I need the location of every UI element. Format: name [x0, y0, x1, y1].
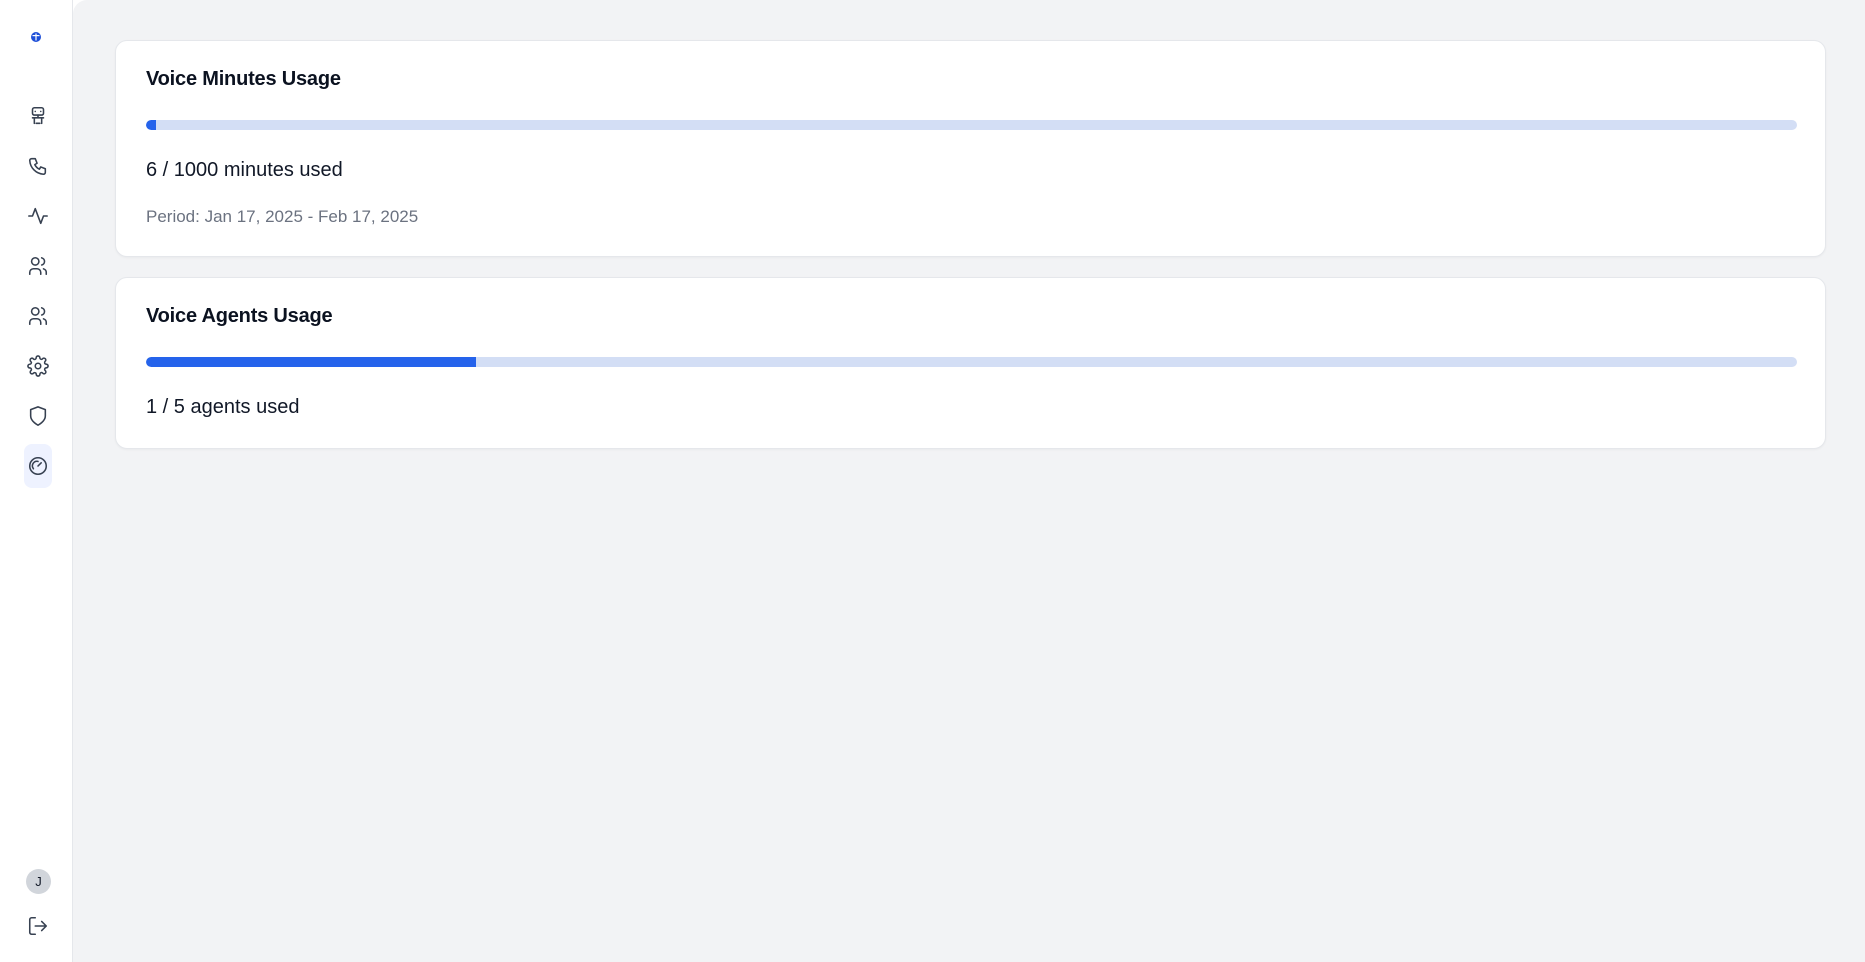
gauge-icon: [28, 456, 48, 476]
period-text: Period: Jan 17, 2025 - Feb 17, 2025: [146, 207, 419, 226]
agents-progress-fill: [146, 357, 477, 367]
brand-logo[interactable]: [30, 30, 42, 42]
contacts-icon: [28, 306, 48, 326]
sidebar-item-usage[interactable]: [24, 444, 52, 488]
voice-agents-card: Voice Agents Usage 1 / 5 agents used: [115, 277, 1826, 449]
sidebar-item-contacts[interactable]: [24, 294, 52, 338]
avatar[interactable]: J: [26, 869, 51, 894]
phone-icon: [28, 157, 47, 176]
agents-usage-text: 1 / 5 agents used: [146, 396, 300, 418]
logout-icon: [28, 916, 48, 936]
voice-minutes-card: Voice Minutes Usage 6 / 1000 minutes use…: [115, 40, 1826, 257]
minutes-progress-fill: [146, 120, 156, 130]
main-content: Voice Minutes Usage 6 / 1000 minutes use…: [73, 0, 1865, 962]
minutes-progress-bar: [146, 120, 1797, 130]
card-title: Voice Agents Usage: [146, 305, 333, 327]
bot-icon: [31, 106, 45, 125]
sidebar-item-security[interactable]: [24, 394, 52, 438]
shield-icon: [29, 406, 47, 426]
sidebar-item-calls[interactable]: [24, 144, 52, 188]
logout-button[interactable]: [25, 913, 51, 939]
gear-icon: [27, 355, 49, 377]
card-title: Voice Minutes Usage: [146, 68, 341, 90]
minutes-usage-text: 6 / 1000 minutes used: [146, 159, 343, 181]
sidebar-item-settings[interactable]: [24, 344, 52, 388]
activity-icon: [28, 207, 48, 225]
sidebar-item-agents[interactable]: [24, 94, 52, 138]
sidebar: J: [0, 0, 73, 962]
sidebar-item-activity[interactable]: [24, 194, 52, 238]
sidebar-item-users[interactable]: [24, 244, 52, 288]
agents-progress-bar: [146, 357, 1797, 367]
users-icon: [28, 256, 48, 276]
